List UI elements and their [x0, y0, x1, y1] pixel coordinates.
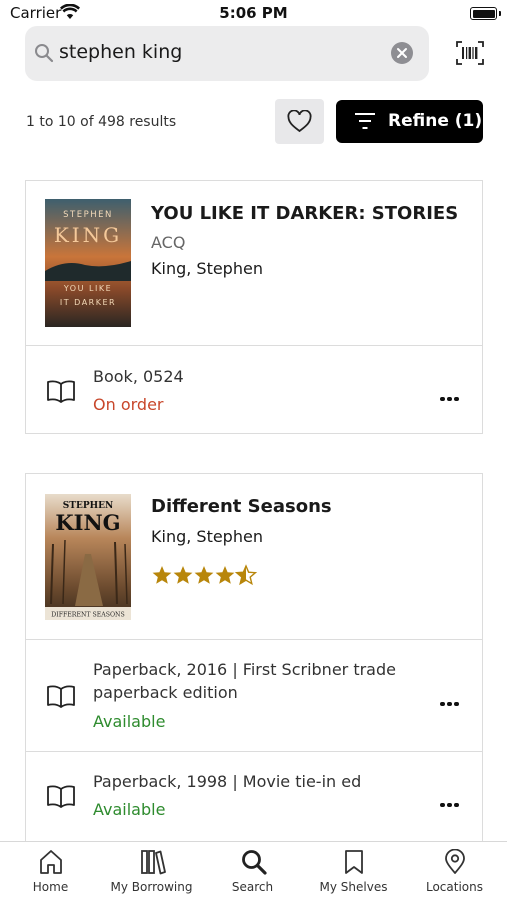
star-icon [194, 566, 214, 584]
format-label: Paperback, 1998 | Movie tie-in ed [93, 772, 362, 791]
books-icon [141, 850, 166, 875]
star-icon [215, 566, 235, 584]
tab-search[interactable]: Search [202, 842, 303, 900]
status-bar: Carrier 5:06 PM [0, 0, 507, 26]
book-cover-image[interactable]: STEPHEN KING YOU LIKE IT DARKER [45, 199, 131, 327]
book-icon [47, 685, 75, 708]
refine-button[interactable]: Refine (1) [336, 100, 483, 143]
format-row[interactable]: Paperback, 1998 | Movie tie-in ed Availa… [26, 752, 482, 852]
cover-author-name: KING [54, 223, 122, 247]
cover-title-line1: YOU LIKE [63, 284, 112, 293]
star-icon [173, 566, 193, 584]
availability-status: On order [93, 395, 164, 414]
battery-cap [499, 11, 501, 16]
format-label: Paperback, 2016 | First Scribner trade p… [93, 660, 396, 702]
tab-locations[interactable]: Locations [404, 842, 505, 900]
status-time: 5:06 PM [219, 4, 288, 22]
result-card[interactable]: STEPHEN KING DIFFERENT SEASONS Different… [25, 473, 483, 853]
star-rating [152, 565, 257, 585]
format-row[interactable]: Book, 0524 On order [26, 346, 482, 434]
star-icon [152, 566, 172, 584]
format-label: Book, 0524 [93, 367, 184, 386]
tab-label: Locations [425, 880, 483, 894]
tab-my-borrowing[interactable]: My Borrowing [101, 842, 202, 900]
result-card[interactable]: STEPHEN KING YOU LIKE IT DARKER YOU LIKE… [25, 180, 483, 434]
book-subtitle: ACQ [151, 233, 186, 252]
close-icon [397, 48, 407, 58]
battery-icon [470, 7, 497, 20]
availability-status: Available [93, 800, 166, 819]
result-card-header[interactable]: STEPHEN KING YOU LIKE IT DARKER YOU LIKE… [26, 181, 482, 346]
clear-search-button[interactable] [391, 42, 413, 64]
availability-status: Available [93, 712, 166, 731]
cover-author-name: KING [55, 510, 120, 535]
tab-bar: Home My Borrowing Search My Shelves Loca… [0, 841, 507, 900]
cover-author-top: STEPHEN [63, 210, 113, 220]
cover-title-line2: IT DARKER [60, 298, 116, 307]
favorite-search-button[interactable] [275, 99, 324, 144]
more-options-button[interactable] [440, 386, 462, 401]
book-author[interactable]: King, Stephen [151, 527, 263, 546]
filter-icon [355, 113, 375, 129]
tab-label: My Borrowing [110, 880, 193, 894]
search-input[interactable]: stephen king [59, 41, 182, 63]
book-icon [47, 785, 75, 808]
book-title[interactable]: YOU LIKE IT DARKER: STORIES [151, 203, 458, 224]
tab-label: Search [231, 880, 274, 894]
result-card-header[interactable]: STEPHEN KING DIFFERENT SEASONS Different… [26, 474, 482, 640]
refine-label: Refine (1) [388, 111, 483, 131]
tab-home[interactable]: Home [0, 842, 101, 900]
barcode-scan-icon[interactable] [456, 40, 484, 66]
tab-label: My Shelves [319, 880, 388, 894]
tab-my-shelves[interactable]: My Shelves [303, 842, 404, 900]
location-pin-icon [445, 849, 465, 874]
book-cover-image[interactable]: STEPHEN KING DIFFERENT SEASONS [45, 494, 131, 620]
more-options-button[interactable] [440, 691, 462, 706]
format-row[interactable]: Paperback, 2016 | First Scribner trade p… [26, 640, 482, 752]
search-field[interactable]: stephen king [25, 26, 429, 81]
book-icon [47, 380, 75, 403]
cover-title: DIFFERENT SEASONS [51, 612, 124, 619]
results-count: 1 to 10 of 498 results [26, 114, 177, 130]
heart-icon [287, 110, 312, 133]
half-star-icon [235, 565, 257, 585]
search-icon [242, 850, 267, 875]
search-icon [35, 44, 54, 63]
book-author[interactable]: King, Stephen [151, 259, 263, 278]
more-options-button[interactable] [440, 792, 462, 807]
tab-label: Home [32, 880, 69, 894]
book-title[interactable]: Different Seasons [151, 496, 332, 517]
bookmark-icon [345, 850, 363, 874]
home-icon [40, 850, 62, 874]
